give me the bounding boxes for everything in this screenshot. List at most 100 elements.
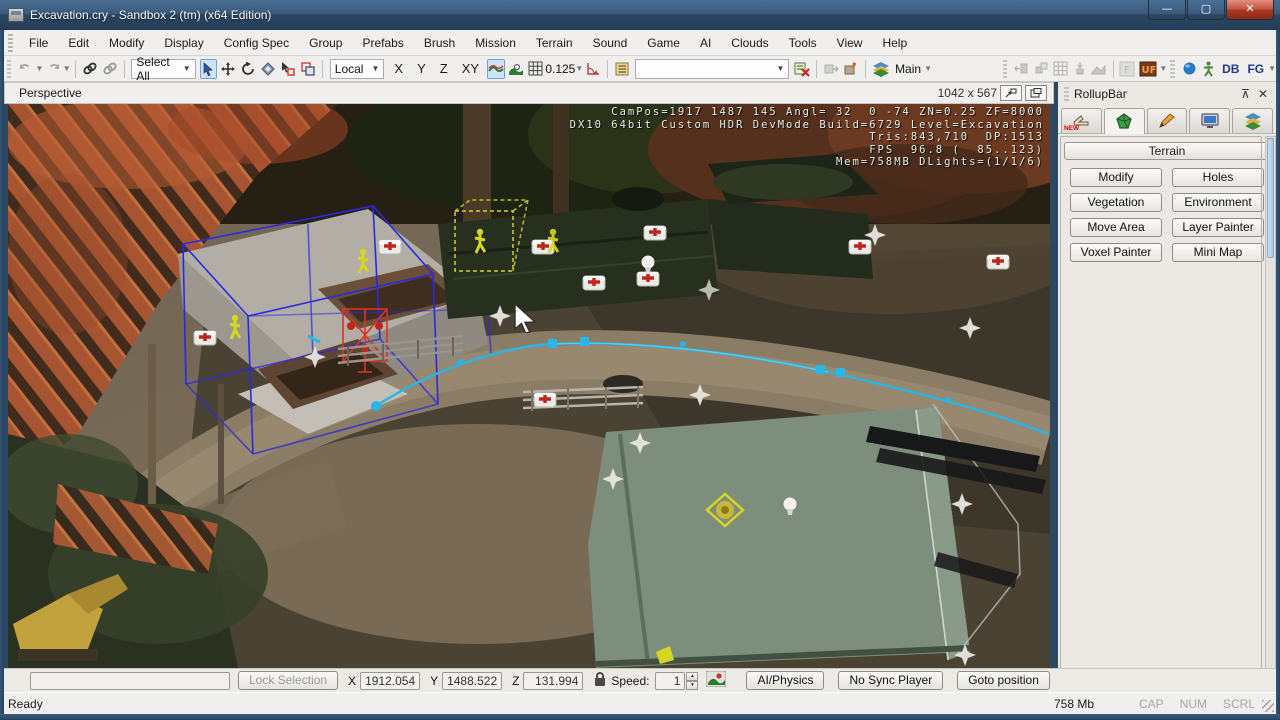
undo-dropdown-icon[interactable]: ▼ [36, 59, 44, 79]
menu-display[interactable]: Display [154, 32, 213, 54]
pin-icon[interactable]: ⊼ [1241, 87, 1250, 101]
ai-physics-button[interactable]: AI/Physics [746, 671, 825, 690]
layer-list-icon[interactable] [613, 59, 631, 79]
redo-icon[interactable] [44, 59, 61, 79]
terrain-move-area-button[interactable]: Move Area [1070, 218, 1162, 237]
close-button[interactable]: ✕ [1226, 0, 1274, 20]
terrain-environment-button[interactable]: Environment [1172, 193, 1264, 212]
lock-selection-button[interactable]: Lock Selection [238, 671, 339, 690]
clear-filter-icon[interactable] [793, 59, 811, 79]
snap-to-geometry-icon[interactable] [507, 59, 525, 79]
sim-grid-icon[interactable] [1052, 59, 1069, 79]
menu-game[interactable]: Game [637, 32, 690, 54]
viewport-config-icon[interactable] [1000, 85, 1022, 101]
snap-angle-icon[interactable] [584, 59, 602, 79]
sim-step-back-icon[interactable] [1013, 59, 1030, 79]
follow-terrain-icon[interactable] [487, 58, 506, 79]
lock-axes-icon[interactable] [593, 671, 607, 690]
menu-terrain[interactable]: Terrain [526, 32, 583, 54]
physics-terrain-icon[interactable] [1090, 59, 1107, 79]
rollup-scrollbar[interactable] [1265, 136, 1276, 686]
menu-file[interactable]: File [19, 32, 58, 54]
viewport-layout-icon[interactable] [1025, 85, 1047, 101]
object-filter-select[interactable]: ▼ [635, 58, 790, 79]
menu-edit[interactable]: Edit [58, 32, 99, 54]
menu-group[interactable]: Group [299, 32, 352, 54]
terrain-layer-painter-button[interactable]: Layer Painter [1172, 218, 1264, 237]
tools-dropdown-icon[interactable]: ▼ [1268, 59, 1276, 79]
resize-grip[interactable] [1262, 700, 1274, 712]
no-sync-player-button[interactable]: No Sync Player [838, 671, 944, 690]
tab-display[interactable] [1189, 108, 1231, 133]
menu-config-spec[interactable]: Config Spec [214, 32, 299, 54]
z-coord-input[interactable] [523, 671, 584, 690]
axis-y-button[interactable]: Y [411, 59, 432, 78]
select-tool-icon[interactable] [199, 58, 217, 79]
selection-filter-input[interactable] [30, 671, 230, 690]
terrain-modify-button[interactable]: Modify [1070, 168, 1162, 187]
menu-prefabs[interactable]: Prefabs [352, 32, 413, 54]
close-panel-icon[interactable]: ✕ [1258, 87, 1268, 101]
terrain-vegetation-button[interactable]: Vegetation [1070, 193, 1162, 212]
tab-objects[interactable]: NEW [1061, 108, 1102, 133]
perspective-viewport[interactable]: CamPos=1917 1487 145 Angl= 32 0 -74 ZN=0… [8, 104, 1050, 668]
menu-modify[interactable]: Modify [99, 32, 154, 54]
select-area-tool-icon[interactable] [299, 59, 317, 79]
minimize-button[interactable]: — [1148, 0, 1186, 20]
axis-z-button[interactable]: Z [434, 59, 454, 78]
undo-icon[interactable] [17, 59, 34, 79]
menu-brush[interactable]: Brush [414, 32, 465, 54]
select-object-tool-icon[interactable] [279, 59, 297, 79]
freeze-button[interactable]: F [1118, 59, 1136, 79]
export-to-engine-icon[interactable] [842, 59, 860, 79]
viewport-label[interactable]: Perspective [5, 86, 82, 100]
unfreeze-button[interactable]: UF [1138, 59, 1158, 79]
freeze-dropdown-icon[interactable]: ▼ [1159, 59, 1167, 79]
y-coord-input[interactable] [442, 671, 503, 690]
coordinate-system-select[interactable]: Local ▼ [329, 58, 385, 79]
menu-view[interactable]: View [827, 32, 873, 54]
layers-stack-icon[interactable] [871, 59, 891, 79]
menu-clouds[interactable]: Clouds [721, 32, 778, 54]
move-tool-icon[interactable] [219, 59, 237, 79]
axis-x-button[interactable]: X [388, 59, 409, 78]
menu-sound[interactable]: Sound [583, 32, 638, 54]
terrain-holes-button[interactable]: Holes [1172, 168, 1264, 187]
player-character-icon[interactable] [1200, 59, 1217, 79]
menu-grip[interactable] [8, 33, 13, 52]
snap-to-grid-icon[interactable] [527, 59, 544, 79]
menu-help[interactable]: Help [872, 32, 917, 54]
menu-tools[interactable]: Tools [779, 32, 827, 54]
tab-terrain[interactable] [1103, 108, 1145, 134]
selection-mask-select[interactable]: Select All ▼ [131, 55, 196, 83]
x-coord-input[interactable] [360, 671, 421, 690]
tab-modelling[interactable] [1146, 108, 1188, 133]
flowgraph-button[interactable]: FG [1243, 61, 1268, 77]
database-view-button[interactable]: DB [1218, 61, 1243, 77]
sim-objects-icon[interactable] [1032, 59, 1049, 79]
rotate-tool-icon[interactable] [239, 59, 257, 79]
export-selected-icon[interactable] [822, 59, 840, 79]
tab-layers[interactable] [1232, 108, 1273, 133]
goto-position-button[interactable]: Goto position [957, 671, 1050, 690]
grid-size-dropdown-icon[interactable]: ▼ [575, 59, 583, 79]
terrain-voxel-painter-button[interactable]: Voxel Painter [1070, 243, 1162, 262]
maximize-button[interactable]: ▢ [1187, 0, 1225, 20]
link-objects-icon[interactable] [81, 59, 99, 79]
unlink-objects-icon[interactable] [101, 59, 119, 79]
menu-ai[interactable]: AI [690, 32, 721, 54]
physics-drop-icon[interactable] [1071, 59, 1088, 79]
terrain-collision-icon[interactable] [705, 670, 727, 690]
axis-xy-button[interactable]: XY [456, 59, 485, 78]
scrollbar-thumb[interactable] [1267, 138, 1274, 258]
terrain-section-header[interactable]: Terrain [1064, 142, 1270, 160]
toolbar-grip[interactable] [7, 59, 12, 78]
speed-stepper[interactable]: ▲ ▼ [686, 671, 699, 690]
speed-input[interactable] [655, 671, 686, 690]
menu-mission[interactable]: Mission [465, 32, 526, 54]
redo-dropdown-icon[interactable]: ▼ [63, 59, 71, 79]
terrain-mini-map-button[interactable]: Mini Map [1172, 243, 1264, 262]
layer-dropdown-icon[interactable]: ▼ [924, 59, 932, 79]
scale-tool-icon[interactable] [259, 59, 277, 79]
physics-world-icon[interactable] [1181, 59, 1198, 79]
